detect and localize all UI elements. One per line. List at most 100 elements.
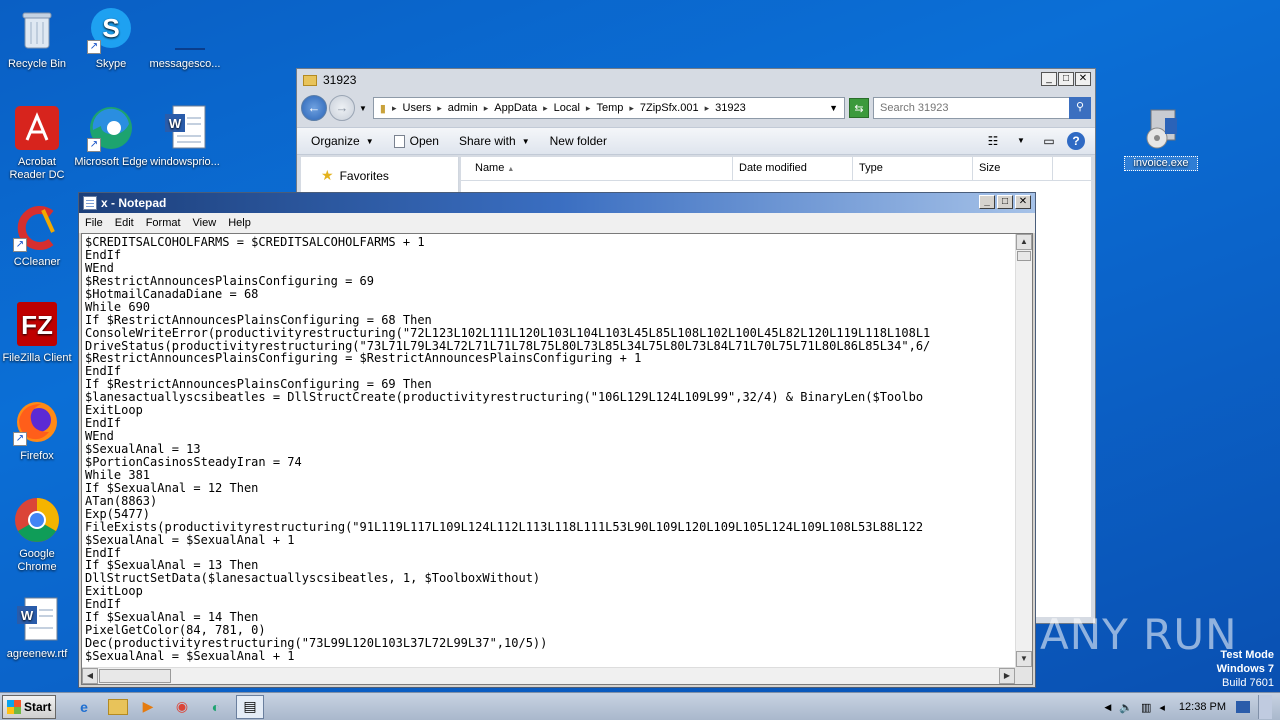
desktop-icon-skype[interactable]: S ↗ Skype — [74, 6, 148, 71]
scroll-thumb[interactable] — [99, 669, 171, 683]
menu-edit[interactable]: Edit — [115, 217, 134, 229]
notepad-line: WEnd — [85, 260, 114, 275]
start-label: Start — [24, 699, 52, 714]
address-row: ← → ▼ ▮ ▸ Users ▸ admin ▸ AppData ▸ Loca… — [301, 93, 1091, 123]
breadcrumb-item[interactable]: admin — [448, 102, 478, 114]
organize-button[interactable]: Organize ▼ — [311, 134, 374, 148]
taskbar: Start e ▶ ◉ ◐ ▤ ◀ 🔈 ▥ ◂ 12:38 PM — [0, 692, 1280, 720]
breadcrumb-item[interactable]: Users — [403, 102, 432, 114]
network-icon[interactable]: ▥ — [1141, 701, 1151, 714]
notepad-text[interactable]: $CREDITSALCOHOLFARMS = $CREDITSALCOHOLFA… — [85, 236, 1012, 664]
column-name-label: Name — [475, 162, 505, 174]
desktop-icon-label: invoice.exe — [1124, 156, 1198, 171]
view-options-icon[interactable]: ☷ — [983, 132, 1003, 150]
close-button[interactable]: ✕ — [1075, 72, 1091, 86]
svg-text:W: W — [169, 116, 182, 131]
desktop-icon-filezilla[interactable]: FZ FileZilla Client — [0, 300, 74, 365]
minimize-button[interactable]: _ — [979, 195, 995, 209]
build-label: Build 7601 — [1222, 677, 1274, 689]
desktop-icon-label: messagesco... — [149, 58, 221, 70]
search-box[interactable]: ⚲ — [873, 97, 1091, 119]
help-icon[interactable]: ? — [1067, 132, 1085, 150]
taskbar-clock[interactable]: 12:38 PM — [1179, 701, 1226, 713]
desktop-icon-windowsprio[interactable]: W windowsprio... — [148, 104, 222, 169]
minimize-button[interactable]: _ — [1041, 72, 1057, 86]
column-header-type[interactable]: Type — [853, 157, 973, 180]
refresh-icon[interactable]: ⇆ — [849, 98, 869, 118]
installer-icon — [1137, 104, 1185, 152]
recent-pages-icon[interactable]: ▼ — [359, 104, 367, 113]
action-center-icon[interactable] — [1236, 701, 1250, 713]
notepad-title-bar[interactable]: x - Notepad — [79, 193, 1035, 213]
desktop-icon-firefox[interactable]: ↗ Firefox — [0, 398, 74, 463]
column-header-date[interactable]: Date modified — [733, 157, 853, 180]
maximize-button[interactable]: □ — [1058, 72, 1074, 86]
edge-taskbar-icon[interactable]: ◐ — [202, 695, 230, 719]
internet-explorer-icon[interactable]: e — [70, 695, 98, 719]
notepad-menu-bar: File Edit Format View Help — [79, 213, 1035, 233]
column-header-name[interactable]: Name ▲ — [461, 157, 733, 180]
preview-pane-icon[interactable]: ▭ — [1039, 132, 1059, 150]
menu-format[interactable]: Format — [146, 217, 181, 229]
desktop-icon-agreenew[interactable]: W agreenew.rtf — [0, 596, 74, 661]
scroll-up-arrow-icon[interactable]: ▲ — [1016, 234, 1032, 250]
favorites-label: Favorites — [339, 168, 389, 183]
scroll-right-arrow-icon[interactable]: ▶ — [999, 668, 1015, 684]
forward-button[interactable]: → — [329, 95, 355, 121]
breadcrumb-item[interactable]: 31923 — [715, 102, 746, 114]
desktop-icon-acrobat[interactable]: Acrobat Reader DC — [0, 104, 74, 182]
close-button[interactable]: ✕ — [1015, 195, 1031, 209]
scroll-thumb[interactable] — [1017, 251, 1031, 261]
desktop-icon-edge[interactable]: ↗ Microsoft Edge — [74, 104, 148, 169]
explorer-taskbar-icon[interactable] — [108, 698, 128, 715]
breadcrumb-item[interactable]: 7ZipSfx.001 — [640, 102, 699, 114]
chevron-down-icon: ▼ — [365, 136, 374, 146]
search-icon[interactable]: ⚲ — [1069, 97, 1091, 119]
speaker-icon[interactable]: 🔈 — [1119, 701, 1133, 714]
notepad-text-area[interactable]: $CREDITSALCOHOLFARMS = $CREDITSALCOHOLFA… — [81, 233, 1033, 685]
show-hidden-icons-icon[interactable]: ◀ — [1104, 702, 1111, 713]
show-desktop-button[interactable] — [1258, 695, 1272, 719]
maximize-button[interactable]: □ — [997, 195, 1013, 209]
search-input[interactable] — [880, 102, 1060, 114]
notepad-line: EndIf — [85, 247, 122, 262]
notepad-window: x - Notepad _ □ ✕ File Edit Format View … — [78, 192, 1036, 688]
chevron-right-icon: ▸ — [704, 102, 710, 113]
volume-icon[interactable]: ◂ — [1159, 701, 1165, 714]
chevron-right-icon: ▸ — [629, 102, 634, 113]
menu-file[interactable]: File — [85, 217, 103, 229]
new-folder-button[interactable]: New folder — [550, 134, 607, 148]
notepad-line: $RestrictAnnouncesPlainsConfiguring = $R… — [85, 351, 642, 366]
chevron-down-icon[interactable]: ▼ — [1011, 132, 1031, 150]
menu-help[interactable]: Help — [228, 217, 251, 229]
desktop-icon-invoice[interactable]: invoice.exe — [1124, 104, 1198, 171]
share-with-button[interactable]: Share with ▼ — [459, 134, 530, 148]
horizontal-scrollbar[interactable]: ◀ ▶ — [82, 667, 1015, 684]
desktop-icon-ccleaner[interactable]: ↗ CCleaner — [0, 204, 74, 269]
chrome-taskbar-icon[interactable]: ◉ — [168, 695, 196, 719]
explorer-title-bar[interactable]: 31923 — [297, 69, 1095, 91]
open-button[interactable]: Open — [393, 134, 439, 148]
desktop-icon-recycle-bin[interactable]: Recycle Bin — [0, 6, 74, 71]
chrome-icon — [13, 496, 61, 544]
desktop-icon-messages[interactable]: messagesco... — [148, 6, 222, 71]
address-bar[interactable]: ▮ ▸ Users ▸ admin ▸ AppData ▸ Local ▸ Te… — [372, 97, 845, 119]
column-header-size[interactable]: Size — [973, 157, 1053, 180]
breadcrumb-item[interactable]: Temp — [596, 102, 623, 114]
breadcrumb-item[interactable]: AppData — [494, 102, 537, 114]
scroll-left-arrow-icon[interactable]: ◀ — [82, 668, 98, 684]
address-dropdown-icon[interactable]: ▼ — [829, 103, 838, 113]
media-player-icon[interactable]: ▶ — [134, 695, 162, 719]
document-icon — [393, 134, 405, 148]
nav-item-favorites[interactable]: ★ Favorites — [301, 157, 458, 184]
notepad-line: WEnd — [85, 429, 114, 444]
breadcrumb-item[interactable]: Local — [554, 102, 580, 114]
menu-view[interactable]: View — [193, 217, 217, 229]
desktop-icon-chrome[interactable]: Google Chrome — [0, 496, 74, 574]
start-button[interactable]: Start — [2, 694, 56, 719]
scroll-down-arrow-icon[interactable]: ▼ — [1016, 651, 1032, 667]
back-button[interactable]: ← — [301, 95, 327, 121]
chevron-right-icon: ▸ — [483, 102, 489, 113]
vertical-scrollbar[interactable]: ▲ ▼ — [1015, 234, 1032, 667]
notepad-taskbar-icon[interactable]: ▤ — [236, 694, 264, 719]
